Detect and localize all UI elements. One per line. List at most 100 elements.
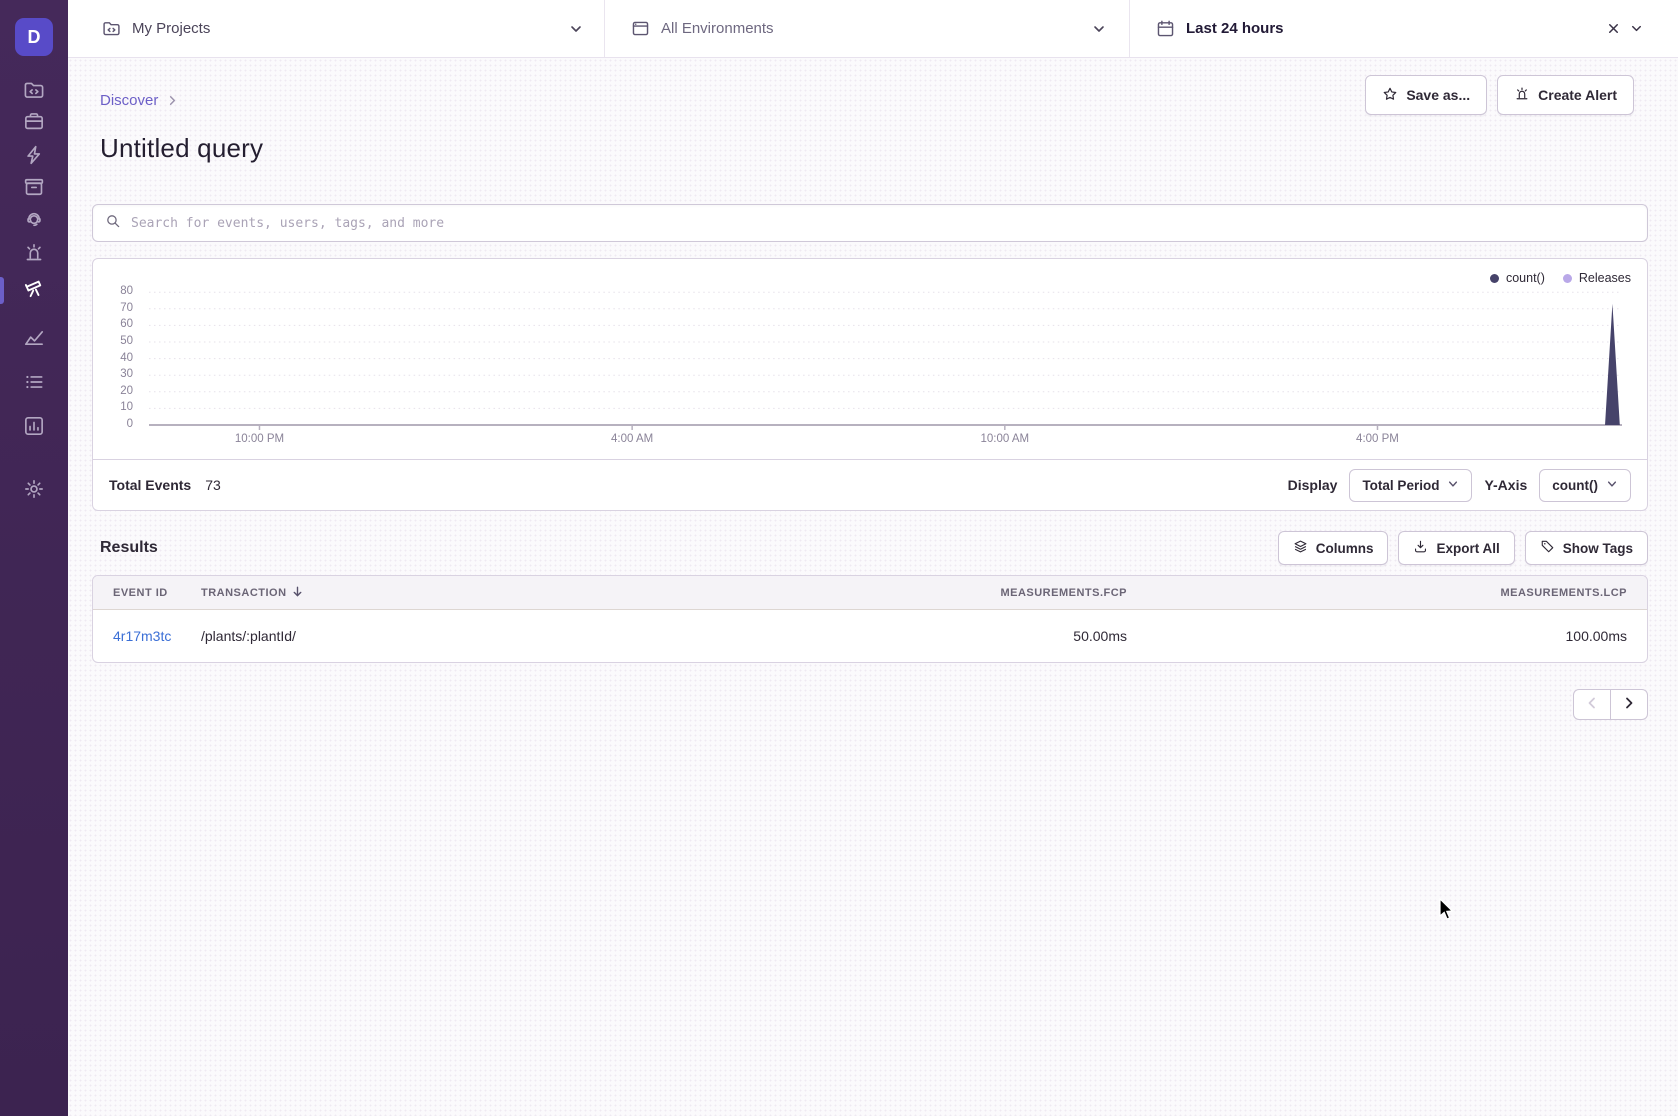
table-header-row: EVENT ID TRANSACTION MEASUREMENTS.FCP ME… bbox=[93, 576, 1647, 610]
sidebar-item-projects[interactable] bbox=[19, 77, 49, 107]
sidebar-item-stats[interactable] bbox=[19, 413, 49, 443]
sidebar-item-alerts[interactable] bbox=[19, 240, 49, 270]
search-icon bbox=[105, 213, 121, 234]
chevron-down-icon bbox=[1629, 21, 1644, 36]
sort-descending-icon bbox=[291, 585, 304, 601]
sidebar: D bbox=[0, 0, 68, 1116]
previous-page-button[interactable] bbox=[1573, 689, 1611, 720]
chevron-right-icon bbox=[1622, 696, 1636, 713]
sidebar-item-issues[interactable] bbox=[19, 109, 49, 139]
active-nav-indicator bbox=[0, 277, 4, 304]
project-selector[interactable]: My Projects bbox=[68, 0, 605, 57]
activity-icon bbox=[23, 371, 45, 398]
sidebar-item-activity[interactable] bbox=[19, 369, 49, 399]
y-tick-label: 40 bbox=[120, 352, 133, 364]
column-header-label: MEASUREMENTS.FCP bbox=[1000, 587, 1127, 599]
x-tick-label: 10:00 PM bbox=[235, 433, 284, 445]
chevron-right-icon bbox=[166, 94, 179, 107]
yaxis-dropdown-value: count() bbox=[1552, 478, 1598, 493]
display-dropdown-value: Total Period bbox=[1362, 478, 1439, 493]
column-header-event-id[interactable]: EVENT ID bbox=[113, 587, 201, 599]
legend-item-count[interactable]: count() bbox=[1490, 271, 1545, 285]
show-tags-button-label: Show Tags bbox=[1563, 541, 1633, 556]
x-tick-label: 4:00 AM bbox=[611, 433, 653, 445]
page-actions: Save as... Create Alert bbox=[1365, 75, 1634, 115]
y-tick-label: 60 bbox=[120, 318, 133, 330]
export-all-button-label: Export All bbox=[1436, 541, 1499, 556]
chart-legend: count() Releases bbox=[1490, 271, 1631, 285]
results-toolbar: Results Columns Export All Show Tags bbox=[92, 531, 1648, 565]
sidebar-item-user-feedback[interactable] bbox=[19, 207, 49, 237]
save-as-button[interactable]: Save as... bbox=[1365, 75, 1487, 115]
display-dropdown[interactable]: Total Period bbox=[1349, 469, 1472, 502]
calendar-icon bbox=[1156, 19, 1175, 38]
chevron-down-icon bbox=[1091, 21, 1107, 37]
sidebar-item-releases[interactable] bbox=[19, 174, 49, 204]
date-range-label: Last 24 hours bbox=[1186, 20, 1284, 37]
show-tags-button[interactable]: Show Tags bbox=[1525, 531, 1648, 565]
y-tick-label: 70 bbox=[120, 302, 133, 314]
date-range-selector[interactable]: Last 24 hours bbox=[1130, 0, 1678, 57]
clear-date-icon[interactable] bbox=[1606, 21, 1621, 36]
results-heading: Results bbox=[92, 539, 158, 557]
x-tick-label: 4:00 PM bbox=[1356, 433, 1399, 445]
alerts-icon bbox=[23, 242, 45, 269]
table-row: 4r17m3tc /plants/:plantId/ 50.00ms 100.0… bbox=[93, 610, 1647, 662]
results-table: EVENT ID TRANSACTION MEASUREMENTS.FCP ME… bbox=[92, 575, 1648, 663]
sidebar-item-performance[interactable] bbox=[19, 142, 49, 172]
column-header-measurements-fcp[interactable]: MEASUREMENTS.FCP bbox=[707, 587, 1127, 599]
search-input[interactable] bbox=[131, 216, 1635, 231]
window-icon bbox=[631, 19, 650, 38]
breadcrumb-discover-link[interactable]: Discover bbox=[100, 92, 158, 109]
org-avatar[interactable]: D bbox=[15, 18, 53, 56]
pagination bbox=[92, 689, 1648, 720]
column-header-label: TRANSACTION bbox=[201, 587, 287, 599]
download-icon bbox=[1413, 539, 1428, 557]
sidebar-item-dashboards[interactable] bbox=[19, 325, 49, 355]
create-alert-label: Create Alert bbox=[1538, 87, 1617, 103]
columns-button[interactable]: Columns bbox=[1278, 531, 1389, 565]
chart-x-axis-labels: 10:00 PM 4:00 AM 10:00 AM 4:00 PM bbox=[149, 423, 1622, 459]
page-title: Untitled query bbox=[92, 133, 1648, 164]
layers-icon bbox=[1293, 539, 1308, 557]
sidebar-item-settings[interactable] bbox=[19, 476, 49, 506]
x-tick-label: 10:00 AM bbox=[981, 433, 1030, 445]
chart-footer: Total Events 73 Display Total Period Y-A… bbox=[92, 459, 1648, 511]
create-alert-button[interactable]: Create Alert bbox=[1497, 75, 1634, 115]
event-id-link[interactable]: 4r17m3tc bbox=[113, 628, 171, 644]
siren-icon bbox=[1514, 86, 1530, 105]
performance-icon bbox=[23, 144, 45, 171]
y-tick-label: 0 bbox=[127, 418, 133, 430]
legend-dot-count bbox=[1490, 274, 1499, 283]
transaction-cell: /plants/:plantId/ bbox=[201, 628, 296, 644]
star-icon bbox=[1382, 86, 1398, 105]
tag-icon bbox=[1540, 539, 1555, 557]
environment-selector-label: All Environments bbox=[661, 20, 774, 37]
y-tick-label: 30 bbox=[120, 368, 133, 380]
sidebar-item-discover[interactable] bbox=[19, 275, 49, 305]
projects-icon bbox=[23, 79, 45, 106]
chart-plot[interactable] bbox=[149, 259, 1622, 423]
y-tick-label: 10 bbox=[120, 401, 133, 413]
next-page-button[interactable] bbox=[1610, 689, 1648, 720]
column-header-measurements-lcp[interactable]: MEASUREMENTS.LCP bbox=[1127, 587, 1627, 599]
issues-icon bbox=[23, 111, 45, 138]
lcp-cell: 100.00ms bbox=[1566, 628, 1627, 644]
environment-selector[interactable]: All Environments bbox=[605, 0, 1130, 57]
chevron-down-icon bbox=[1447, 478, 1459, 493]
yaxis-dropdown[interactable]: count() bbox=[1539, 469, 1631, 502]
global-header: My Projects All Environments Last 24 hou… bbox=[68, 0, 1678, 58]
y-tick-label: 50 bbox=[120, 335, 133, 347]
discover-icon bbox=[23, 277, 45, 304]
save-as-label: Save as... bbox=[1406, 87, 1470, 103]
gear-icon bbox=[23, 478, 45, 505]
dashboards-icon bbox=[23, 327, 45, 354]
legend-label-releases: Releases bbox=[1579, 271, 1631, 285]
fcp-cell: 50.00ms bbox=[1073, 628, 1127, 644]
legend-label-count: count() bbox=[1506, 271, 1545, 285]
legend-item-releases[interactable]: Releases bbox=[1563, 271, 1631, 285]
export-all-button[interactable]: Export All bbox=[1398, 531, 1514, 565]
chart-svg bbox=[149, 259, 1622, 431]
releases-icon bbox=[23, 176, 45, 203]
column-header-transaction[interactable]: TRANSACTION bbox=[201, 585, 707, 601]
